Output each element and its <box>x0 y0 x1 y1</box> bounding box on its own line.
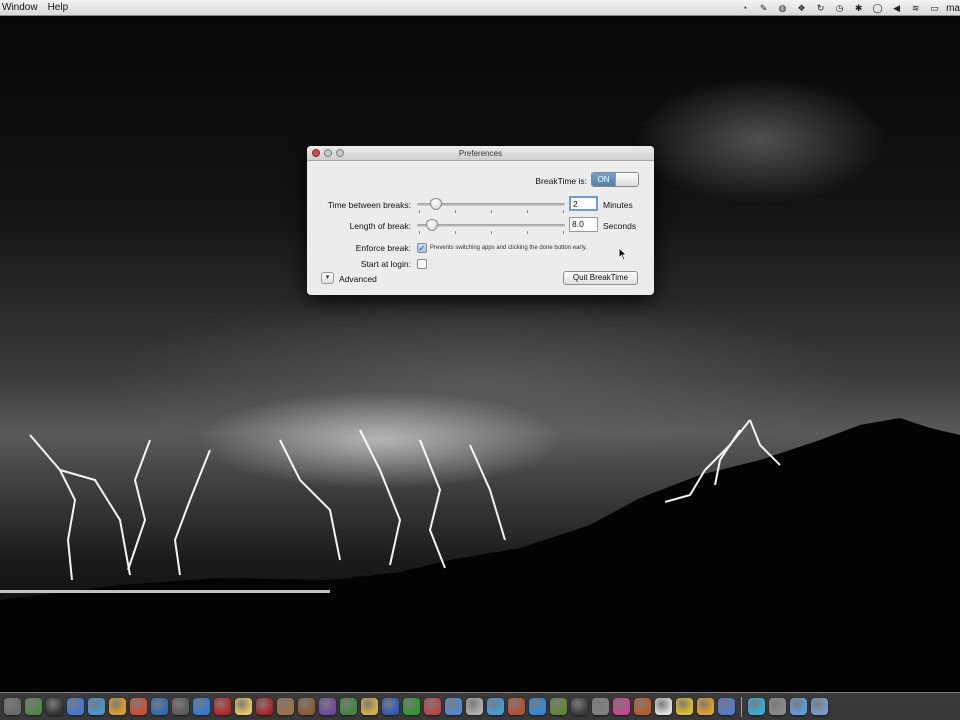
dock-app-icon[interactable] <box>445 698 462 715</box>
dock <box>0 692 960 720</box>
dock-app-icon[interactable] <box>130 698 147 715</box>
dock-app-icon[interactable] <box>466 698 483 715</box>
slider-ticks <box>419 231 564 234</box>
close-button[interactable] <box>312 149 320 157</box>
dock-app-icon[interactable] <box>487 698 504 715</box>
battery-icon[interactable]: ▭ <box>929 3 940 14</box>
dock-app-icon[interactable] <box>811 698 828 715</box>
minutes-unit-label: Minutes <box>603 200 633 210</box>
dock-app-icon[interactable] <box>790 698 807 715</box>
script-icon[interactable]: ✎ <box>758 3 769 14</box>
dock-app-icon[interactable] <box>361 698 378 715</box>
dock-app-icon[interactable] <box>634 698 651 715</box>
dock-app-icon[interactable] <box>382 698 399 715</box>
seconds-unit-label: Seconds <box>603 221 637 231</box>
dock-app-icon[interactable] <box>340 698 357 715</box>
timer-icon[interactable]: ◔ <box>739 3 750 14</box>
start-at-login-checkbox[interactable] <box>417 259 427 269</box>
time-between-slider-knob[interactable] <box>430 198 443 210</box>
time-between-field[interactable]: 2 <box>569 196 598 211</box>
slider-track <box>417 224 565 227</box>
length-of-break-field[interactable]: 8.0 <box>569 217 598 232</box>
dock-app-icon[interactable] <box>592 698 609 715</box>
length-of-break-slider-knob[interactable] <box>425 219 438 231</box>
menu-window[interactable]: Window <box>0 2 46 13</box>
mouse-pointer-icon <box>618 247 628 261</box>
window-titlebar[interactable]: Preferences <box>307 146 654 161</box>
start-at-login-label: Start at login: <box>360 259 411 269</box>
dock-app-icon[interactable] <box>109 698 126 715</box>
chat-icon[interactable]: ◯ <box>872 3 883 14</box>
preferences-window: Preferences BreakTime is: ON Time betwee… <box>307 146 654 295</box>
dock-app-icon[interactable] <box>769 698 786 715</box>
dock-app-icon[interactable] <box>193 698 210 715</box>
dock-app-icon[interactable] <box>256 698 273 715</box>
dock-app-icon[interactable] <box>298 698 315 715</box>
dock-app-icon[interactable] <box>319 698 336 715</box>
dock-app-icon[interactable] <box>676 698 693 715</box>
minimize-button[interactable] <box>324 149 332 157</box>
window-title: Preferences <box>458 149 503 158</box>
time-between-slider[interactable] <box>417 198 565 213</box>
dock-app-icon[interactable] <box>748 698 765 715</box>
dock-app-icon[interactable] <box>508 698 525 715</box>
dock-app-icon[interactable] <box>529 698 546 715</box>
breaktime-status-label: BreakTime is: <box>535 176 587 186</box>
sync-icon[interactable]: ↻ <box>815 3 826 14</box>
enforce-break-description: Prevents switching apps and clicking the… <box>430 245 587 251</box>
dock-app-icon[interactable] <box>67 698 84 715</box>
enforce-break-checkbox[interactable]: ✓ <box>417 243 427 253</box>
dock-app-icon[interactable] <box>4 698 21 715</box>
length-of-break-label: Length of break: <box>349 221 411 231</box>
dock-app-icon[interactable] <box>697 698 714 715</box>
dock-app-icon[interactable] <box>613 698 630 715</box>
dock-app-icon[interactable] <box>277 698 294 715</box>
desktop-wallpaper <box>0 0 960 720</box>
time-machine-icon[interactable]: ◷ <box>834 3 845 14</box>
dock-app-icon[interactable] <box>718 698 735 715</box>
toggle-knob[interactable] <box>614 173 638 186</box>
dock-app-icon[interactable] <box>172 698 189 715</box>
menu-user-name[interactable]: ma <box>946 3 960 14</box>
dock-app-icon[interactable] <box>571 698 588 715</box>
toggle-on-label: ON <box>592 173 615 186</box>
dock-app-icon[interactable] <box>46 698 63 715</box>
dock-separator <box>741 696 742 717</box>
dock-app-icon[interactable] <box>655 698 672 715</box>
lightning-landscape-image <box>0 418 960 720</box>
bluetooth-icon[interactable]: ✱ <box>853 3 864 14</box>
breaktime-toggle[interactable]: ON <box>591 172 639 187</box>
quit-breaktime-button[interactable]: Quit BreakTime <box>563 271 638 285</box>
dock-app-icon[interactable] <box>25 698 42 715</box>
enforce-break-label: Enforce break: <box>355 243 411 253</box>
dock-app-icon[interactable] <box>550 698 567 715</box>
dropbox-icon[interactable]: ❖ <box>796 3 807 14</box>
menu-help[interactable]: Help <box>46 2 77 13</box>
dock-app-icon[interactable] <box>88 698 105 715</box>
dock-app-icon[interactable] <box>403 698 420 715</box>
dock-app-icon[interactable] <box>151 698 168 715</box>
dock-app-icon[interactable] <box>235 698 252 715</box>
zoom-button[interactable] <box>336 149 344 157</box>
time-between-label: Time between breaks: <box>327 200 411 210</box>
length-of-break-slider[interactable] <box>417 219 565 234</box>
menu-bar: Window Help ◔ ✎ ◍ ❖ ↻ ◷ ✱ ◯ ◀ ≋ ▭ ma <box>0 0 960 16</box>
dock-app-icon[interactable] <box>214 698 231 715</box>
globe-icon[interactable]: ◍ <box>777 3 788 14</box>
advanced-disclosure-button[interactable]: ▾ <box>321 272 334 284</box>
wifi-icon[interactable]: ≋ <box>910 3 921 14</box>
menu-extras: ◔ ✎ ◍ ❖ ↻ ◷ ✱ ◯ ◀ ≋ ▭ ma <box>735 0 960 16</box>
dock-app-icon[interactable] <box>424 698 441 715</box>
slider-ticks <box>419 210 564 213</box>
advanced-label[interactable]: Advanced <box>339 274 377 284</box>
volume-icon[interactable]: ◀ <box>891 3 902 14</box>
